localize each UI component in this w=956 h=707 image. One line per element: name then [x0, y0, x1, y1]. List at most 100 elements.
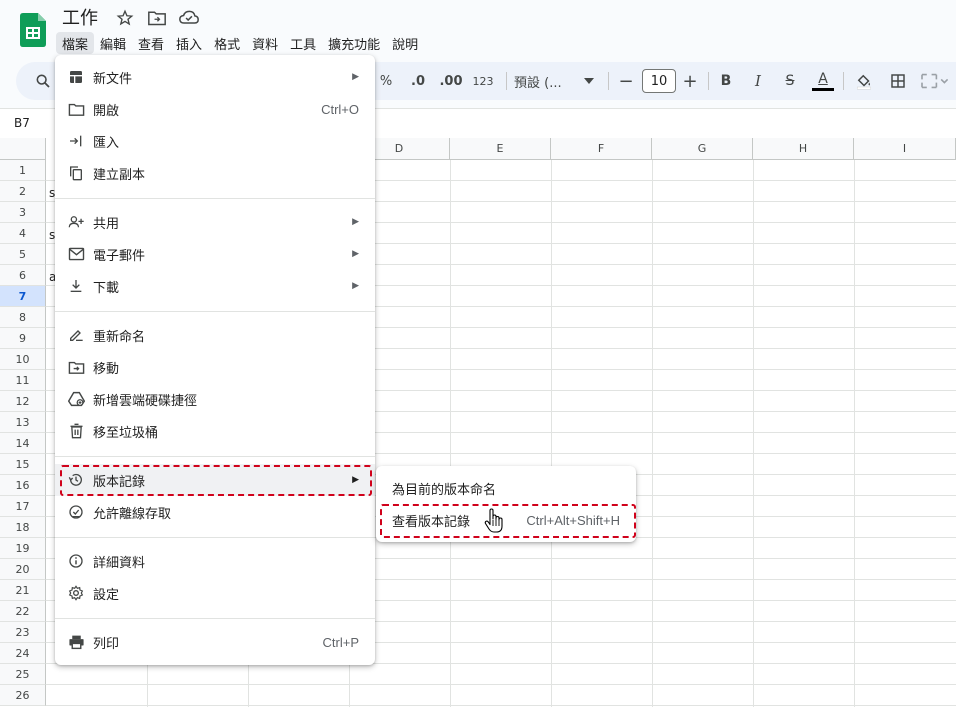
- row-header[interactable]: 7: [0, 286, 46, 307]
- row-header[interactable]: 25: [0, 664, 46, 685]
- font-size-input[interactable]: 10: [642, 69, 676, 93]
- menu-item-new[interactable]: 新文件 ▶: [55, 61, 375, 93]
- row-header[interactable]: 18: [0, 517, 46, 538]
- row-header[interactable]: 6: [0, 265, 46, 286]
- menu-item-add-shortcut[interactable]: 新增雲端硬碟捷徑: [55, 383, 375, 415]
- menu-format[interactable]: 格式: [208, 32, 246, 54]
- menu-item-details[interactable]: 詳細資料: [55, 545, 375, 577]
- row-header[interactable]: 8: [0, 307, 46, 328]
- menu-item-label: 重新命名: [93, 329, 146, 345]
- column-header-e[interactable]: E: [450, 138, 551, 160]
- move-folder-icon[interactable]: [147, 9, 167, 27]
- row-header[interactable]: 23: [0, 622, 46, 643]
- row-header[interactable]: 19: [0, 538, 46, 559]
- row-header[interactable]: 11: [0, 370, 46, 391]
- menu-edit[interactable]: 編輯: [94, 32, 132, 54]
- row-header[interactable]: 20: [0, 559, 46, 580]
- increase-decimal-button[interactable]: .00: [438, 62, 464, 100]
- menu-item-download[interactable]: 下載 ▶: [55, 270, 375, 302]
- column-header-f[interactable]: F: [551, 138, 652, 160]
- shortcut-label: Ctrl+O: [321, 101, 359, 117]
- row-header[interactable]: 3: [0, 202, 46, 223]
- menu-item-trash[interactable]: 移至垃圾桶: [55, 415, 375, 447]
- row-header[interactable]: 17: [0, 496, 46, 517]
- row-header[interactable]: 22: [0, 601, 46, 622]
- cloud-saved-icon[interactable]: [179, 9, 199, 27]
- document-title[interactable]: 工作: [62, 4, 98, 30]
- row-header[interactable]: 2: [0, 181, 46, 202]
- select-all-corner[interactable]: [0, 138, 46, 160]
- row-header[interactable]: 26: [0, 685, 46, 706]
- menu-view[interactable]: 查看: [132, 32, 170, 54]
- text-color-button[interactable]: A: [810, 62, 836, 100]
- row-header[interactable]: 5: [0, 244, 46, 265]
- strikethrough-button[interactable]: S: [779, 62, 801, 100]
- search-menus-icon[interactable]: [30, 62, 56, 100]
- font-select[interactable]: 預設 (...: [514, 62, 574, 100]
- menu-divider: [55, 198, 375, 199]
- more-formats-button[interactable]: 123: [470, 62, 496, 100]
- row-header[interactable]: 13: [0, 412, 46, 433]
- row-header[interactable]: 21: [0, 580, 46, 601]
- menu-item-version-history[interactable]: 版本記錄 ▶: [55, 464, 375, 496]
- row-header[interactable]: 10: [0, 349, 46, 370]
- decrease-decimal-button[interactable]: .0: [406, 62, 430, 100]
- gridline: [46, 705, 956, 706]
- menu-item-import[interactable]: 匯入: [55, 125, 375, 157]
- menu-item-offline[interactable]: 允許離線存取: [55, 496, 375, 528]
- menu-item-move[interactable]: 移動: [55, 351, 375, 383]
- row-header[interactable]: 9: [0, 328, 46, 349]
- menu-insert[interactable]: 插入: [170, 32, 208, 54]
- row-header[interactable]: 4: [0, 223, 46, 244]
- history-icon: [67, 471, 85, 489]
- menu-data[interactable]: 資料: [246, 32, 284, 54]
- star-icon[interactable]: [116, 9, 136, 27]
- row-header[interactable]: 24: [0, 643, 46, 664]
- row-header[interactable]: 1: [0, 160, 46, 181]
- increase-font-size-button[interactable]: +: [680, 62, 700, 100]
- submenu-arrow-icon: ▶: [352, 249, 359, 259]
- menu-item-name-current-version[interactable]: 為目前的版本命名: [376, 472, 636, 504]
- menu-tools[interactable]: 工具: [284, 32, 322, 54]
- menu-item-email[interactable]: 電子郵件 ▶: [55, 238, 375, 270]
- column-header-i[interactable]: I: [854, 138, 956, 160]
- menu-item-rename[interactable]: 重新命名: [55, 319, 375, 351]
- sheets-logo-icon[interactable]: [20, 13, 46, 47]
- gridline: [46, 684, 956, 685]
- menu-item-label: 開啟: [93, 103, 120, 119]
- menu-item-label: 下載: [93, 280, 120, 296]
- menu-item-label: 列印: [93, 636, 120, 652]
- add-person-icon: [67, 213, 85, 231]
- format-percent-button[interactable]: %: [376, 62, 396, 100]
- menu-item-share[interactable]: 共用 ▶: [55, 206, 375, 238]
- menu-item-label: 新文件: [93, 71, 133, 87]
- row-header[interactable]: 14: [0, 433, 46, 454]
- fill-color-icon[interactable]: [852, 62, 876, 100]
- row-header[interactable]: 16: [0, 475, 46, 496]
- decrease-font-size-button[interactable]: −: [616, 62, 636, 100]
- menu-item-make-copy[interactable]: 建立副本: [55, 157, 375, 189]
- trash-icon: [67, 422, 85, 440]
- menu-extensions[interactable]: 擴充功能: [322, 32, 386, 54]
- bold-button[interactable]: B: [716, 62, 736, 100]
- italic-button[interactable]: I: [748, 62, 768, 100]
- text-color-swatch: [812, 87, 834, 91]
- rename-pencil-icon: [67, 326, 85, 344]
- merge-cells-icon[interactable]: [918, 62, 950, 100]
- folder-icon: [67, 100, 85, 118]
- menu-item-settings[interactable]: 設定: [55, 577, 375, 609]
- font-dropdown-icon[interactable]: [582, 62, 596, 100]
- borders-icon[interactable]: [886, 62, 910, 100]
- menu-item-print[interactable]: 列印 Ctrl+P: [55, 626, 375, 658]
- menu-item-label: 為目前的版本命名: [392, 482, 497, 498]
- column-header-g[interactable]: G: [652, 138, 753, 160]
- drive-shortcut-icon: [67, 390, 85, 408]
- column-header-h[interactable]: H: [753, 138, 854, 160]
- row-header[interactable]: 12: [0, 391, 46, 412]
- name-box[interactable]: B7: [14, 116, 30, 130]
- row-header[interactable]: 15: [0, 454, 46, 475]
- menu-help[interactable]: 說明: [386, 32, 424, 54]
- menu-file[interactable]: 檔案: [56, 32, 95, 54]
- menu-item-see-version-history[interactable]: 查看版本記錄 Ctrl+Alt+Shift+H: [376, 504, 636, 536]
- menu-item-open[interactable]: 開啟 Ctrl+O: [55, 93, 375, 125]
